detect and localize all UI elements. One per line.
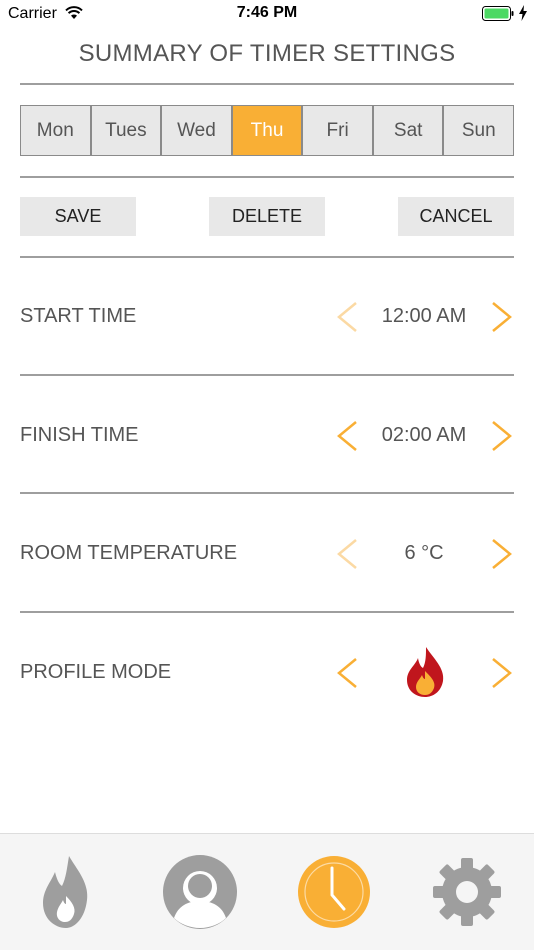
finish-time-value: 02:00 AM bbox=[381, 424, 467, 446]
day-tues-button[interactable]: Tues bbox=[91, 106, 163, 155]
room-temperature-next-chevron-icon[interactable] bbox=[489, 537, 515, 571]
day-sun-button[interactable]: Sun bbox=[444, 106, 514, 155]
profile-mode-prev-chevron-icon[interactable] bbox=[334, 656, 360, 690]
divider bbox=[20, 83, 514, 85]
divider bbox=[20, 492, 514, 494]
profile-mode-label: PROFILE MODE bbox=[20, 661, 172, 683]
room-temperature-value: 6 °C bbox=[404, 542, 444, 564]
start-time-next-chevron-icon[interactable] bbox=[489, 300, 515, 334]
day-thu-button[interactable]: Thu bbox=[232, 106, 304, 155]
clock-tab-icon[interactable] bbox=[296, 854, 372, 930]
divider bbox=[20, 374, 514, 376]
day-mon-button[interactable]: Mon bbox=[21, 106, 92, 155]
start-time-prev-chevron-icon[interactable] bbox=[334, 300, 360, 334]
status-time: 7:46 PM bbox=[236, 4, 298, 21]
flame-tab-icon[interactable] bbox=[29, 854, 105, 930]
gear-tab-icon[interactable] bbox=[429, 854, 505, 930]
room-temperature-prev-chevron-icon[interactable] bbox=[334, 537, 360, 571]
finish-time-next-chevron-icon[interactable] bbox=[489, 419, 515, 453]
day-sat-button[interactable]: Sat bbox=[373, 106, 445, 155]
start-time-value: 12:00 AM bbox=[381, 305, 467, 327]
flame-icon bbox=[407, 647, 444, 697]
day-fri-button[interactable]: Fri bbox=[303, 106, 374, 155]
divider bbox=[20, 611, 514, 613]
finish-time-label: FINISH TIME bbox=[20, 424, 139, 446]
finish-time-prev-chevron-icon[interactable] bbox=[334, 419, 360, 453]
page-title: SUMMARY OF TIMER SETTINGS bbox=[78, 40, 456, 67]
room-temperature-label: ROOM TEMPERATURE bbox=[20, 542, 238, 564]
battery-icon bbox=[482, 6, 514, 21]
profile-mode-next-chevron-icon[interactable] bbox=[489, 656, 515, 690]
day-wed-button[interactable]: Wed bbox=[162, 106, 233, 155]
charging-bolt-icon bbox=[519, 5, 527, 21]
divider bbox=[20, 176, 514, 178]
divider bbox=[20, 256, 514, 258]
delete-button[interactable]: DELETE bbox=[209, 197, 325, 236]
profile-tab-icon[interactable] bbox=[162, 854, 238, 930]
start-time-label: START TIME bbox=[20, 305, 137, 327]
day-selector: Mon Tues Wed Thu Fri Sat Sun bbox=[20, 105, 514, 156]
cancel-button[interactable]: CANCEL bbox=[398, 197, 514, 236]
status-bar: Carrier 7:46 PM bbox=[0, 0, 534, 28]
save-button[interactable]: SAVE bbox=[20, 197, 136, 236]
tab-bar bbox=[0, 833, 534, 950]
